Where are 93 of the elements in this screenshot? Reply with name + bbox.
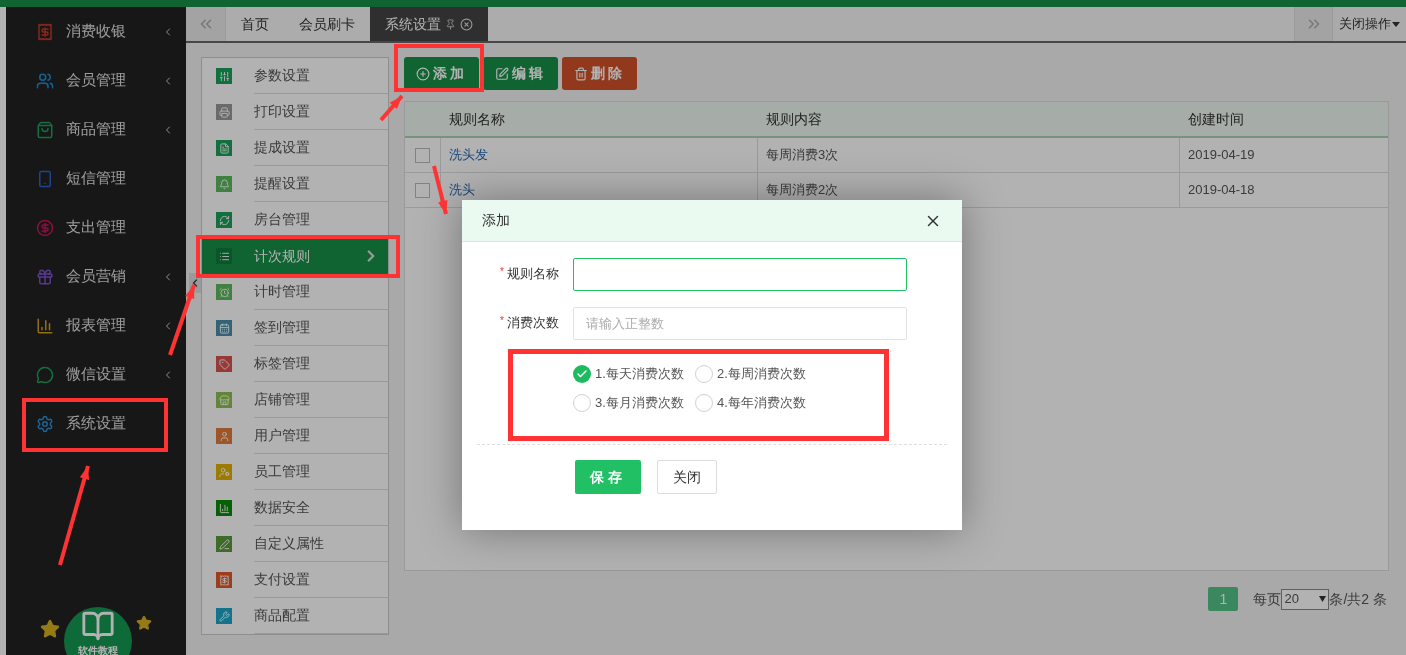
- list-icon: [216, 248, 232, 264]
- document-icon: [216, 140, 232, 156]
- star-icon: [136, 615, 152, 631]
- field-label: * 规则名称: [499, 265, 560, 284]
- radio-option[interactable]: 1.每天消费次数: [573, 365, 695, 383]
- sidebar-item[interactable]: 会员营销: [6, 252, 186, 301]
- table-cell-text: 2019-04-18: [1187, 181, 1256, 200]
- settings-menu-item[interactable]: 参数设置: [202, 58, 388, 94]
- close-icon[interactable]: [460, 17, 473, 31]
- settings-menu-item[interactable]: 计次规则: [202, 238, 388, 274]
- annotation-arrow: [432, 165, 448, 215]
- payment-icon: [216, 572, 232, 588]
- settings-menu-item[interactable]: 标签管理: [202, 346, 388, 382]
- printer-icon: [216, 104, 232, 120]
- star-icon: [40, 619, 60, 639]
- sidebar-item[interactable]: 报表管理: [6, 301, 186, 350]
- annotation-arrow: [379, 94, 404, 122]
- tutorial-button[interactable]: 软件教程: [64, 607, 132, 655]
- row-checkbox[interactable]: [415, 182, 430, 198]
- bar-chart-icon: [216, 500, 232, 516]
- edit-icon: [495, 66, 509, 81]
- user-icon: [216, 428, 232, 444]
- dialog-title: 添加: [482, 211, 510, 230]
- sidebar-item[interactable]: 商品管理: [6, 105, 186, 154]
- tab[interactable]: 首页: [226, 7, 284, 41]
- sidebar-item[interactable]: 短信管理: [6, 154, 186, 203]
- trash-icon: [574, 66, 588, 81]
- sidebar-item[interactable]: 会员管理: [6, 56, 186, 105]
- settings-menu-item[interactable]: 房台管理: [202, 202, 388, 238]
- tab[interactable]: 会员刷卡: [284, 7, 370, 41]
- per-page-select[interactable]: 20: [1281, 588, 1330, 610]
- table-cell: 每周消费3次: [758, 138, 1180, 172]
- settings-menu-item[interactable]: 商品配置: [202, 598, 388, 634]
- radio-option[interactable]: 4.每年消费次数: [695, 394, 835, 412]
- input-field[interactable]: [573, 257, 907, 291]
- caret-icon: [1392, 21, 1400, 27]
- alarm-clock-icon: [216, 284, 232, 300]
- caret-icon: [1319, 596, 1327, 602]
- settings-menu-item[interactable]: 打印设置: [202, 94, 388, 130]
- radio-option[interactable]: 2.每周消费次数: [695, 365, 835, 383]
- cycle-icon: [216, 212, 232, 228]
- column-header: 规则名称: [448, 109, 506, 129]
- settings-icon: [36, 414, 54, 433]
- radio-option[interactable]: 3.每月消费次数: [573, 394, 695, 412]
- gift-icon: [36, 267, 54, 286]
- add-button[interactable]: 添加: [404, 57, 479, 90]
- receipt-icon: [36, 22, 54, 41]
- row-checkbox[interactable]: [415, 147, 430, 163]
- edit-button[interactable]: 编辑: [483, 57, 558, 90]
- scroll-left-button[interactable]: [186, 7, 226, 41]
- bar-chart-icon: [36, 316, 54, 335]
- tab[interactable]: 系统设置: [370, 7, 488, 41]
- delete-button[interactable]: 删除: [562, 57, 637, 90]
- settings-menu-item[interactable]: 支付设置: [202, 562, 388, 598]
- calendar-icon: [216, 320, 232, 336]
- column-header: 创建时间: [1187, 109, 1245, 129]
- table-cell-text: 2019-04-19: [1187, 146, 1256, 165]
- staff-icon: [216, 464, 232, 480]
- chat-icon: [36, 365, 54, 384]
- annotation-arrow: [168, 284, 196, 356]
- check-icon: [576, 368, 588, 380]
- settings-menu-item[interactable]: 用户管理: [202, 418, 388, 454]
- tools-icon: [216, 608, 232, 624]
- sliders-icon: [216, 68, 232, 84]
- coin-icon: [36, 218, 54, 237]
- users-icon: [36, 71, 54, 90]
- settings-menu-item[interactable]: 提成设置: [202, 130, 388, 166]
- settings-menu-item[interactable]: 员工管理: [202, 454, 388, 490]
- store-icon: [216, 392, 232, 408]
- pencil-icon: [216, 536, 232, 552]
- sidebar-item[interactable]: 微信设置: [6, 350, 186, 399]
- table-cell[interactable]: 洗头发: [441, 138, 758, 172]
- per-page-label: 每页: [1253, 589, 1282, 609]
- pin-icon: [445, 18, 456, 30]
- close-button[interactable]: 关闭: [657, 460, 717, 494]
- scroll-right-button[interactable]: [1294, 7, 1332, 41]
- settings-menu-item[interactable]: 提醒设置: [202, 166, 388, 202]
- bag-icon: [36, 120, 54, 139]
- sidebar-item[interactable]: 支出管理: [6, 203, 186, 252]
- pagination-summary: 条/共2 条: [1329, 589, 1387, 609]
- bell-icon: [216, 176, 232, 192]
- sidebar-item[interactable]: 系统设置: [6, 399, 186, 448]
- plus-icon: [416, 66, 430, 81]
- settings-menu-item[interactable]: 自定义属性: [202, 526, 388, 562]
- column-header: 规则内容: [765, 109, 823, 129]
- settings-menu-item[interactable]: 店铺管理: [202, 382, 388, 418]
- tag-icon: [216, 356, 232, 372]
- sidebar-item[interactable]: 消费收银: [6, 7, 186, 56]
- phone-icon: [36, 169, 54, 188]
- settings-menu-item[interactable]: 签到管理: [202, 310, 388, 346]
- settings-menu-item[interactable]: 数据安全: [202, 490, 388, 526]
- field-label: * 消费次数: [499, 314, 560, 333]
- settings-menu-item[interactable]: 计时管理: [202, 274, 388, 310]
